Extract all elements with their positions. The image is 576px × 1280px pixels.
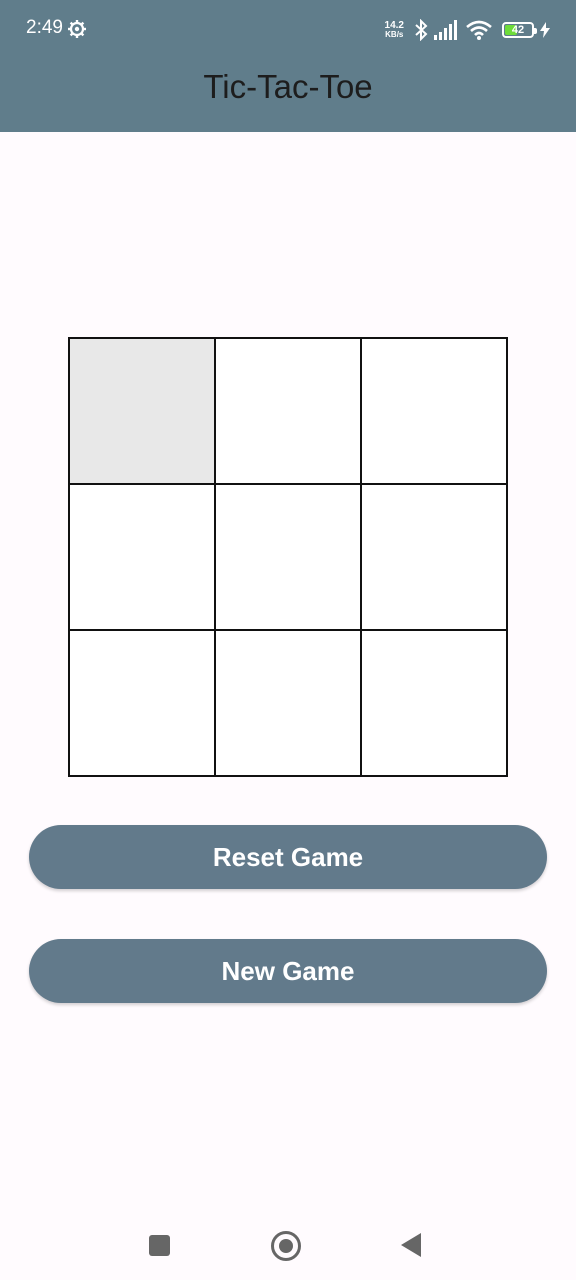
back-icon[interactable]: [401, 1233, 421, 1257]
settings-gear-icon: [68, 20, 86, 38]
board-cell-3[interactable]: [69, 484, 215, 630]
recent-apps-icon[interactable]: [149, 1235, 170, 1256]
charging-bolt-icon: [540, 22, 550, 38]
network-speed: 14.2 KB/s: [384, 20, 404, 40]
signal-icon: [434, 20, 457, 40]
page-title: Tic-Tac-Toe: [203, 68, 373, 105]
system-navigation-bar: [0, 1205, 576, 1280]
new-game-button[interactable]: New Game: [29, 939, 547, 1003]
board-cell-7[interactable]: [215, 630, 361, 776]
battery-icon: 42: [502, 22, 537, 38]
board-cell-6[interactable]: [69, 630, 215, 776]
board-cell-8[interactable]: [361, 630, 507, 776]
board-cell-1[interactable]: [215, 338, 361, 484]
app-bar: 2:49 14.2 KB/s 42 Tic-Tac-Toe: [0, 0, 576, 132]
status-time: 2:49: [26, 17, 63, 38]
game-board: [68, 337, 508, 777]
reset-game-button[interactable]: Reset Game: [29, 825, 547, 889]
board-cell-5[interactable]: [361, 484, 507, 630]
network-speed-unit: KB/s: [385, 30, 404, 39]
board-cell-4[interactable]: [215, 484, 361, 630]
bluetooth-icon: [415, 19, 428, 41]
home-icon[interactable]: [271, 1231, 301, 1261]
battery-level: 42: [511, 24, 525, 36]
network-speed-value: 14.2: [384, 20, 404, 31]
status-icons: 14.2 KB/s 42: [385, 16, 550, 44]
board-cell-0[interactable]: [69, 338, 215, 484]
board-cell-2[interactable]: [361, 338, 507, 484]
wifi-icon: [466, 20, 492, 40]
status-bar: 2:49 14.2 KB/s 42: [0, 0, 576, 58]
